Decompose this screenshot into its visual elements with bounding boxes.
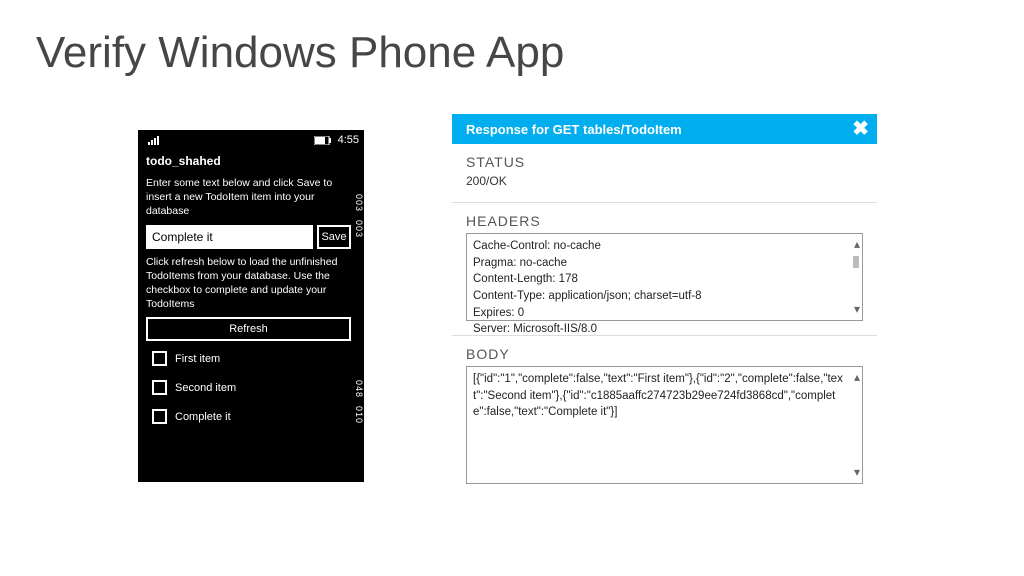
header-line: Content-Type: application/json; charset=…	[473, 288, 844, 305]
checkbox-icon[interactable]	[152, 380, 167, 395]
debug-counter: 003	[354, 194, 364, 212]
response-title: Response for GET tables/TodoItem	[466, 122, 682, 137]
debug-counter: 010	[354, 406, 364, 424]
list-item[interactable]: Complete it	[152, 409, 361, 424]
body-box[interactable]: [{"id":"1","complete":false,"text":"Firs…	[466, 366, 863, 484]
headers-heading: HEADERS	[466, 213, 863, 229]
item-label: First item	[175, 353, 220, 365]
header-line: Expires: 0	[473, 305, 844, 322]
scroll-down-icon[interactable]: ▾	[854, 464, 860, 481]
header-line: Cache-Control: no-cache	[473, 238, 844, 255]
debug-counter: 003	[354, 220, 364, 238]
status-bar: 4:55	[146, 134, 361, 148]
scroll-up-icon[interactable]: ▴	[854, 369, 860, 386]
new-todo-input[interactable]	[146, 225, 313, 249]
page-title: Verify Windows Phone App	[0, 0, 1024, 78]
list-item[interactable]: First item	[152, 351, 361, 366]
signal-icon	[148, 135, 164, 145]
item-label: Complete it	[175, 411, 231, 423]
clock-label: 4:55	[338, 134, 359, 146]
refresh-instruction: Click refresh below to load the unfinish…	[146, 255, 361, 312]
debug-counter: 048	[354, 380, 364, 398]
status-heading: STATUS	[466, 154, 863, 170]
status-value: 200/OK	[466, 174, 863, 188]
header-line: Server: Microsoft-IIS/8.0	[473, 321, 844, 338]
response-panel: Response for GET tables/TodoItem ✖ STATU…	[452, 114, 877, 498]
list-item[interactable]: Second item	[152, 380, 361, 395]
body-heading: BODY	[466, 346, 863, 362]
headers-box[interactable]: Cache-Control: no-cache Pragma: no-cache…	[466, 233, 863, 321]
body-text: [{"id":"1","complete":false,"text":"Firs…	[473, 371, 844, 421]
battery-icon	[314, 136, 332, 145]
response-header: Response for GET tables/TodoItem ✖	[452, 114, 877, 144]
phone-frame: 4:55 todo_shahed Enter some text below a…	[138, 130, 364, 482]
save-button[interactable]: Save	[317, 225, 351, 249]
refresh-button[interactable]: Refresh	[146, 317, 351, 341]
header-line: Pragma: no-cache	[473, 255, 844, 272]
header-line: Content-Length: 178	[473, 271, 844, 288]
checkbox-icon[interactable]	[152, 351, 167, 366]
scroll-up-icon[interactable]: ▴	[854, 236, 860, 253]
item-label: Second item	[175, 382, 236, 394]
app-name: todo_shahed	[146, 148, 361, 176]
checkbox-icon[interactable]	[152, 409, 167, 424]
scroll-down-icon[interactable]: ▾	[854, 301, 860, 318]
insert-instruction: Enter some text below and click Save to …	[146, 176, 361, 219]
scroll-thumb[interactable]	[853, 256, 859, 268]
close-icon[interactable]: ✖	[852, 119, 869, 139]
